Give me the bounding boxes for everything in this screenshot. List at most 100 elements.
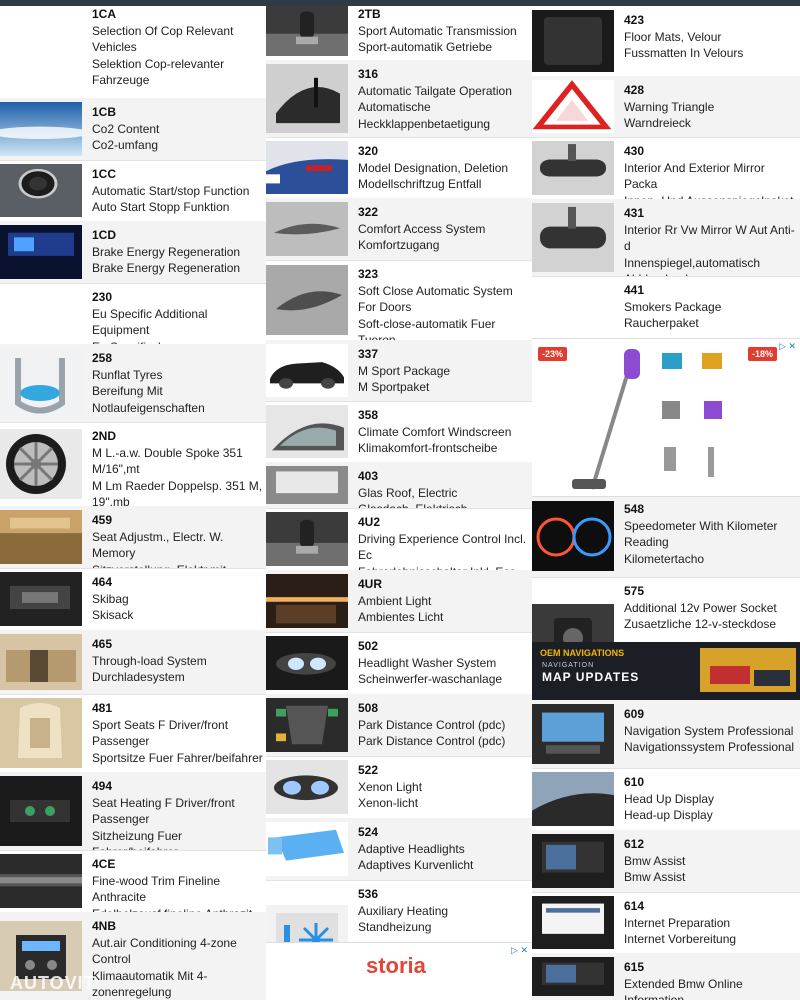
option-code: 430 (624, 144, 645, 158)
option-thumbnail (532, 957, 614, 996)
option-code: 4U2 (358, 515, 381, 529)
list-item[interactable]: 548 Speedometer With Kilometer Reading Kil… (532, 495, 800, 578)
list-item[interactable]: 1CA Selection Of Cop Relevant Vehicles Sel… (0, 0, 266, 99)
option-thumbnail (0, 854, 82, 908)
option-code: 1CA (92, 7, 117, 21)
option-description-en: Automatic Start/stop Function (92, 183, 250, 198)
option-code: 465 (92, 637, 113, 651)
list-item[interactable]: 1CC Automatic Start/stop Function Auto Sta… (0, 160, 266, 222)
list-item[interactable]: 337 M Sport Package M Sportpaket (266, 340, 532, 402)
option-code: 1CC (92, 167, 117, 181)
list-item[interactable]: 230Eu Specific Additional EquipmentEu Sp… (0, 283, 266, 345)
option-description-de: Komfortzugang (358, 238, 440, 253)
option-description-en: Auxiliary Heating (358, 903, 449, 918)
list-item[interactable]: 258 Runflat Tyres Bereifung Mit Notlaufeig… (0, 344, 266, 423)
option-thumbnail (532, 10, 614, 72)
option-description-en: Park Distance Control (pdc) (358, 717, 506, 732)
option-code: 2TB (358, 7, 381, 21)
list-item[interactable]: 428 Warning Triangle Warndreieck (532, 76, 800, 138)
option-description-en: Seat Heating F Driver/front Passenger (92, 795, 235, 827)
option-description-de: Park Distance Control (pdc) (358, 734, 506, 749)
list-item[interactable]: 610 Head Up Display Head-up Display (532, 768, 800, 831)
list-item[interactable]: 481 Sport Seats F Driver/front Passenger S… (0, 694, 266, 773)
option-code: 464 (92, 575, 113, 589)
option-description-en: Interior Rr Vw Mirror W Aut Anti-d (624, 222, 795, 254)
list-item[interactable]: 464 Skibag Skisack (0, 568, 266, 631)
option-description-de: Innenspiegel,automatisch Abblendend (624, 255, 761, 276)
column-2: 2TB Sport Automatic Transmission Sport-aut… (266, 0, 532, 1000)
option-thumbnail (532, 501, 614, 571)
option-description-de: Sitzheizung Fuer Fahrer/beifahrer (92, 828, 183, 850)
option-description-en: Seat Adjustm., Electr. W. Memory (92, 529, 224, 561)
list-item[interactable]: 4CEFine-wood Trim Fineline AnthraciteEde… (0, 850, 266, 913)
option-thumbnail (532, 80, 614, 133)
option-thumbnail (266, 822, 348, 876)
list-item[interactable]: 459Seat Adjustm., Electr. W. MemorySitzv… (0, 506, 266, 569)
option-code: 1CB (92, 105, 117, 119)
option-description-en: Sport Automatic Transmission (358, 23, 517, 38)
vacuum-ad[interactable]: -23% -18% ▷ ✕ (532, 338, 800, 497)
option-description-de: Kilometertacho (624, 551, 705, 566)
list-item[interactable]: 4UR Ambient Light Ambientes Licht (266, 570, 532, 633)
list-item[interactable]: 316 Automatic Tailgate Operation Automatis… (266, 60, 532, 138)
list-item[interactable]: 524 Adaptive Headlights Adaptives Kurvenli… (266, 818, 532, 881)
ad-close-icon[interactable]: ▷ ✕ (511, 945, 528, 956)
option-code: 4UR (358, 577, 383, 591)
list-item[interactable]: 1CD Brake Energy Regeneration Brake Energy… (0, 221, 266, 284)
list-item[interactable]: 403Glas Roof, ElectricGlasdach, Elektris… (266, 462, 532, 509)
list-item[interactable]: 358 Climate Comfort Windscreen Klimakomfor… (266, 401, 532, 463)
column-1: 1CA Selection Of Cop Relevant Vehicles Sel… (0, 0, 266, 1000)
option-code: 614 (624, 899, 645, 913)
list-item[interactable]: 615Extended Bmw Online InformationErweit… (532, 953, 800, 1000)
option-description-en: Soft Close Automatic System For Doors (358, 283, 513, 315)
list-item[interactable]: 430Interior And Exterior Mirror PackaInn… (532, 137, 800, 200)
list-item[interactable]: 612 Bmw Assist Bmw Assist (532, 830, 800, 893)
option-thumbnail (266, 574, 348, 628)
list-item[interactable]: 609 Navigation System Professional Navigat… (532, 700, 800, 769)
option-code: 609 (624, 707, 645, 721)
option-description-en: M L.-a.w. Double Spoke 351 M/16",mt (92, 445, 243, 477)
option-description-en: Selection Of Cop Relevant Vehicles (92, 23, 234, 55)
list-item[interactable]: 323 Soft Close Automatic System For Doors… (266, 260, 532, 341)
option-description-en: Floor Mats, Velour (624, 29, 722, 44)
option-description-en: Comfort Access System (358, 221, 486, 236)
list-item[interactable]: 522 Xenon Light Xenon-licht (266, 756, 532, 819)
option-thumbnail (0, 429, 82, 499)
list-item[interactable]: 320 Model Designation, Deletion Modellschr… (266, 137, 532, 199)
option-thumbnail (0, 102, 82, 156)
option-thumbnail (266, 64, 348, 133)
option-thumbnail (266, 466, 348, 504)
option-code: 548 (624, 502, 645, 516)
list-item[interactable]: 1CB Co2 Content Co2-umfang (0, 98, 266, 161)
option-description-en: Internet Preparation (624, 915, 731, 930)
list-item[interactable]: 508 Park Distance Control (pdc) Park Dista… (266, 694, 532, 757)
storia-logo: storia (366, 953, 426, 978)
list-item[interactable]: 465 Through-load System Durchladesystem (0, 630, 266, 695)
list-item[interactable]: 502 Headlight Washer System Scheinwerfer-w… (266, 632, 532, 695)
top-bar (0, 0, 800, 6)
list-item[interactable]: 322 Comfort Access System Komfortzugang (266, 198, 532, 261)
option-thumbnail (266, 636, 348, 690)
list-item[interactable]: 494 Seat Heating F Driver/front Passenger… (0, 772, 266, 851)
map-updates-ad[interactable]: OEM NAVIGATIONS NAVIGATION MAP UPDATES (532, 642, 800, 700)
option-thumbnail (532, 772, 614, 826)
list-item[interactable]: 4U2Driving Experience Control Incl. EcFa… (266, 508, 532, 571)
option-description-de: Modellschriftzug Entfall (358, 177, 482, 192)
list-item[interactable]: 431 Interior Rr Vw Mirror W Aut Anti-d Inn… (532, 199, 800, 277)
list-item[interactable]: 2ND M L.-a.w. Double Spoke 351 M/16",mt M … (0, 422, 266, 507)
option-description-de: Internet Vorbereitung (624, 932, 737, 947)
option-description-de: Ambientes Licht (358, 610, 444, 625)
list-item[interactable]: 423 Floor Mats, Velour Fussmatten In Velou… (532, 6, 800, 77)
option-code: 522 (358, 763, 379, 777)
option-code: 494 (92, 779, 113, 793)
option-description-en: Runflat Tyres (92, 367, 163, 382)
option-description-de: M Lm Raeder Doppelsp. 351 M, 19",mb (92, 478, 263, 507)
ad-close-icon[interactable]: ▷ ✕ (779, 341, 796, 352)
option-description-de: Navigationssystem Professional (624, 740, 795, 755)
ad-brand: OEM NAVIGATIONS (540, 648, 625, 658)
list-item[interactable]: 614 Internet Preparation Internet Vorberei… (532, 892, 800, 954)
storia-ad[interactable]: storia ▷ ✕ (266, 942, 532, 1000)
watermark-logo: AUTOVIT (10, 973, 96, 993)
option-code: 431 (624, 206, 645, 220)
list-item[interactable]: 2TB Sport Automatic Transmission Sport-aut… (266, 0, 532, 61)
